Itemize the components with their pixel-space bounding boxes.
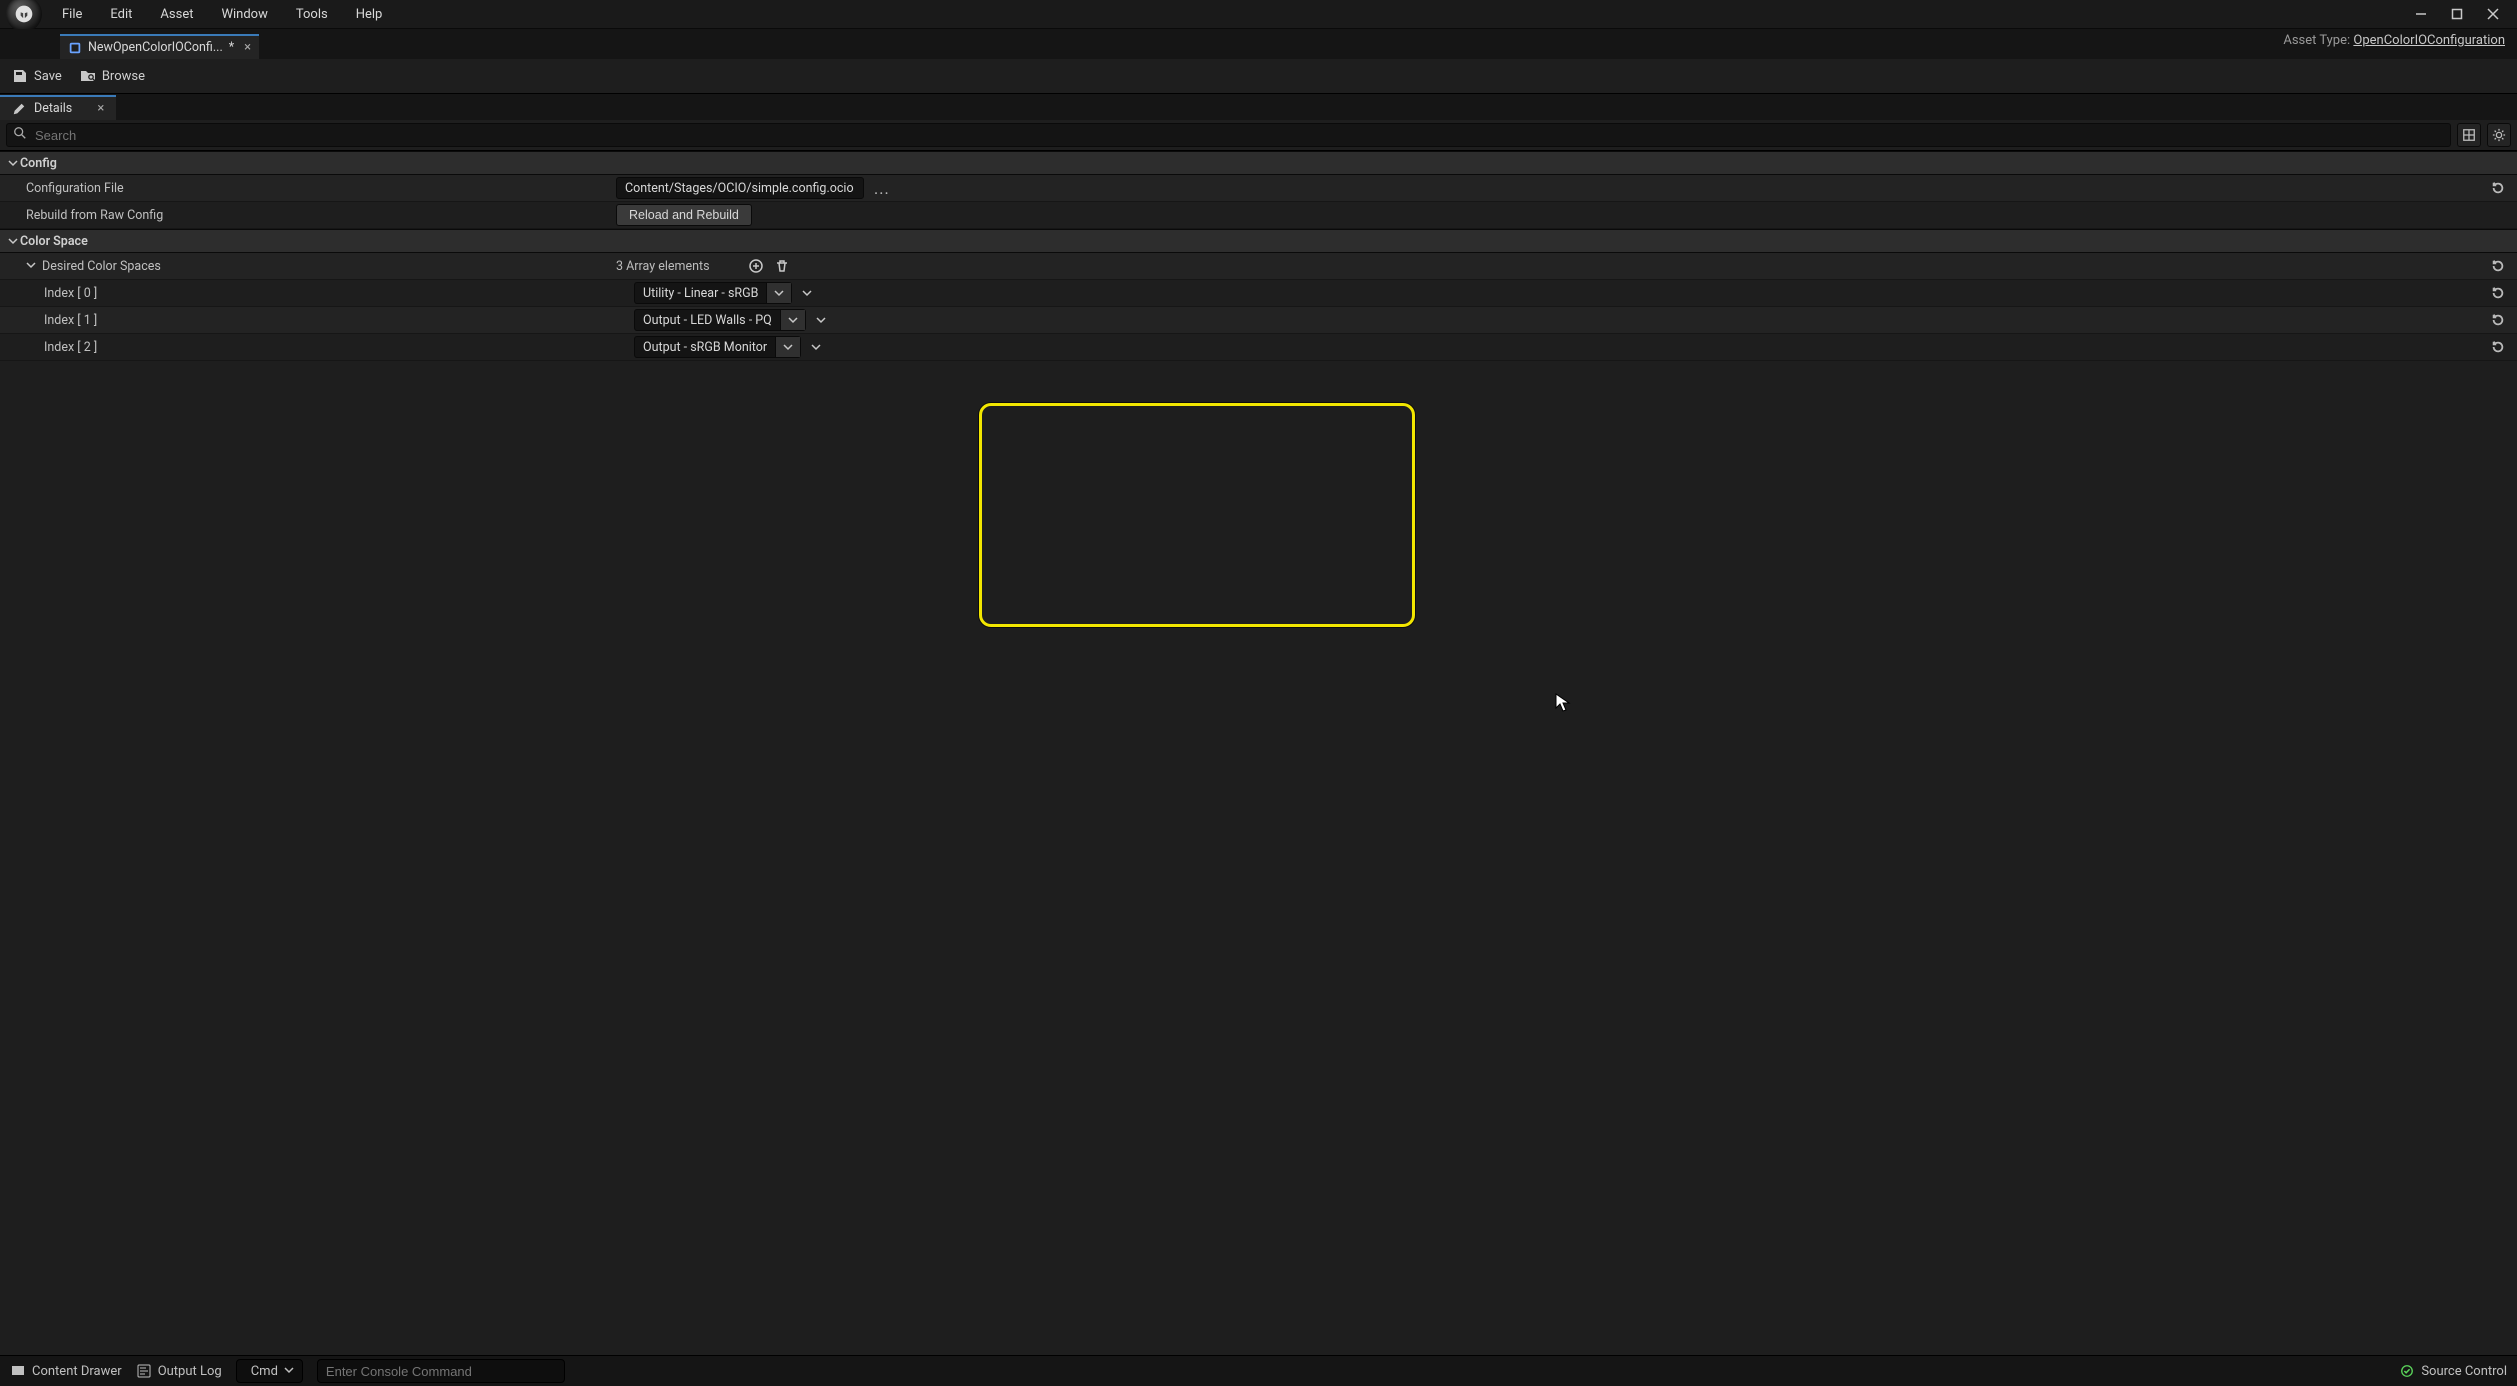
row-configuration-file: Configuration File Content/Stages/OCIO/s… bbox=[0, 175, 2517, 202]
save-label: Save bbox=[34, 69, 62, 84]
toolbar: Save Browse bbox=[0, 59, 2517, 94]
window-maximize-button[interactable] bbox=[2439, 2, 2475, 26]
content-drawer-button[interactable]: Content Drawer bbox=[10, 1363, 122, 1379]
label-desired-color-spaces: Desired Color Spaces bbox=[0, 259, 616, 274]
browse-label: Browse bbox=[102, 69, 145, 84]
chevron-down-icon bbox=[775, 337, 800, 357]
asset-tab-close-icon[interactable]: × bbox=[240, 40, 251, 55]
menu-bar: File Edit Asset Window Tools Help bbox=[0, 0, 2517, 29]
desired-color-spaces-text: Desired Color Spaces bbox=[42, 259, 161, 274]
asset-tab-row: NewOpenColorIOConfi... * × Asset Type: O… bbox=[0, 29, 2517, 59]
save-button[interactable]: Save bbox=[12, 68, 62, 84]
asset-type-prefix: Asset Type: bbox=[2283, 33, 2350, 48]
details-tab-row: Details × bbox=[0, 94, 2517, 120]
chevron-down-icon bbox=[780, 310, 805, 330]
details-settings-button[interactable] bbox=[2487, 123, 2511, 147]
output-log-icon bbox=[136, 1363, 152, 1379]
details-search-row bbox=[0, 120, 2517, 151]
unreal-logo-icon bbox=[6, 0, 42, 32]
output-log-label: Output Log bbox=[158, 1364, 222, 1379]
browse-button[interactable]: Browse bbox=[80, 68, 145, 84]
reset-configuration-file[interactable] bbox=[2487, 177, 2509, 199]
asset-type-link[interactable]: OpenColorIOConfiguration bbox=[2353, 33, 2505, 48]
array-add-button[interactable] bbox=[748, 258, 764, 274]
dropdown-index-1[interactable]: Output - LED Walls - PQ bbox=[634, 309, 806, 331]
menu-asset[interactable]: Asset bbox=[146, 3, 207, 26]
menu-edit[interactable]: Edit bbox=[96, 3, 146, 26]
details-search-box[interactable] bbox=[6, 123, 2451, 147]
section-colorspace-title: Color Space bbox=[20, 234, 88, 249]
save-icon bbox=[12, 68, 28, 84]
search-icon bbox=[13, 126, 27, 144]
array-summary: 3 Array elements bbox=[616, 259, 710, 274]
reset-desired-color-spaces[interactable] bbox=[2487, 255, 2509, 277]
label-configuration-file: Configuration File bbox=[0, 181, 616, 196]
browse-file-button[interactable]: ... bbox=[870, 179, 894, 198]
console-command-input[interactable] bbox=[317, 1359, 565, 1383]
section-config-title: Config bbox=[20, 156, 57, 171]
menu-file[interactable]: File bbox=[48, 3, 96, 26]
row-index-2: Index [ 2 ] Output - sRGB Monitor bbox=[0, 334, 2517, 361]
caret-down-icon bbox=[6, 236, 20, 246]
row-rebuild: Rebuild from Raw Config Reload and Rebui… bbox=[0, 202, 2517, 229]
source-control-check-icon bbox=[2399, 1363, 2415, 1379]
window-close-button[interactable] bbox=[2475, 2, 2511, 26]
reset-index-0[interactable] bbox=[2487, 282, 2509, 304]
output-log-button[interactable]: Output Log bbox=[136, 1363, 222, 1379]
field-configuration-file[interactable]: Content/Stages/OCIO/simple.config.ocio bbox=[616, 177, 864, 199]
details-tab[interactable]: Details × bbox=[0, 95, 116, 120]
dropdown-index-0[interactable]: Utility - Linear - sRGB bbox=[634, 282, 792, 304]
menu-tools[interactable]: Tools bbox=[282, 3, 342, 26]
cmd-selector[interactable]: Cmd bbox=[236, 1359, 303, 1383]
source-control-label: Source Control bbox=[2421, 1364, 2507, 1379]
content-drawer-icon bbox=[10, 1363, 26, 1379]
caret-down-icon bbox=[6, 158, 20, 168]
pencil-icon bbox=[12, 102, 26, 116]
dropdown-index-0-value: Utility - Linear - sRGB bbox=[643, 286, 758, 301]
section-colorspace-header[interactable]: Color Space bbox=[0, 229, 2517, 253]
label-rebuild: Rebuild from Raw Config bbox=[0, 208, 616, 223]
caret-down-icon[interactable] bbox=[26, 259, 36, 274]
row-desired-color-spaces: Desired Color Spaces 3 Array elements bbox=[0, 253, 2517, 280]
asset-type: Asset Type: OpenColorIOConfiguration bbox=[2283, 33, 2505, 48]
label-index-0: Index [ 0 ] bbox=[0, 286, 634, 301]
element-menu-index-1[interactable] bbox=[812, 315, 830, 325]
dropdown-index-2[interactable]: Output - sRGB Monitor bbox=[634, 336, 801, 358]
details-tab-close-icon[interactable]: × bbox=[80, 101, 104, 116]
dropdown-index-1-value: Output - LED Walls - PQ bbox=[643, 313, 772, 328]
reload-rebuild-button[interactable]: Reload and Rebuild bbox=[616, 204, 752, 226]
reset-index-2[interactable] bbox=[2487, 336, 2509, 358]
element-menu-index-2[interactable] bbox=[807, 342, 825, 352]
chevron-down-icon bbox=[284, 1364, 294, 1379]
status-bar: Content Drawer Output Log Cmd Source Con… bbox=[0, 1355, 2517, 1386]
asset-tab[interactable]: NewOpenColorIOConfi... * × bbox=[60, 34, 259, 59]
row-index-1: Index [ 1 ] Output - LED Walls - PQ bbox=[0, 307, 2517, 334]
dropdown-index-2-value: Output - sRGB Monitor bbox=[643, 340, 767, 355]
element-menu-index-0[interactable] bbox=[798, 288, 816, 298]
label-index-1: Index [ 1 ] bbox=[0, 313, 634, 328]
details-tab-title: Details bbox=[34, 101, 72, 116]
property-matrix-button[interactable] bbox=[2457, 123, 2481, 147]
chevron-down-icon bbox=[766, 283, 791, 303]
section-config-header[interactable]: Config bbox=[0, 151, 2517, 175]
details-panel: Config Configuration File Content/Stages… bbox=[0, 151, 2517, 1355]
asset-tab-title: NewOpenColorIOConfi... bbox=[88, 40, 223, 55]
asset-icon bbox=[68, 41, 82, 55]
menu-window[interactable]: Window bbox=[207, 3, 281, 26]
source-control-button[interactable]: Source Control bbox=[2399, 1363, 2507, 1379]
folder-search-icon bbox=[80, 68, 96, 84]
label-index-2: Index [ 2 ] bbox=[0, 340, 634, 355]
row-index-0: Index [ 0 ] Utility - Linear - sRGB bbox=[0, 280, 2517, 307]
array-clear-button[interactable] bbox=[774, 258, 790, 274]
cmd-label: Cmd bbox=[251, 1364, 278, 1379]
reset-index-1[interactable] bbox=[2487, 309, 2509, 331]
search-input[interactable] bbox=[33, 127, 2444, 144]
window-minimize-button[interactable] bbox=[2403, 2, 2439, 26]
asset-dirty-mark: * bbox=[229, 40, 234, 55]
menu-help[interactable]: Help bbox=[342, 3, 397, 26]
content-drawer-label: Content Drawer bbox=[32, 1364, 122, 1379]
